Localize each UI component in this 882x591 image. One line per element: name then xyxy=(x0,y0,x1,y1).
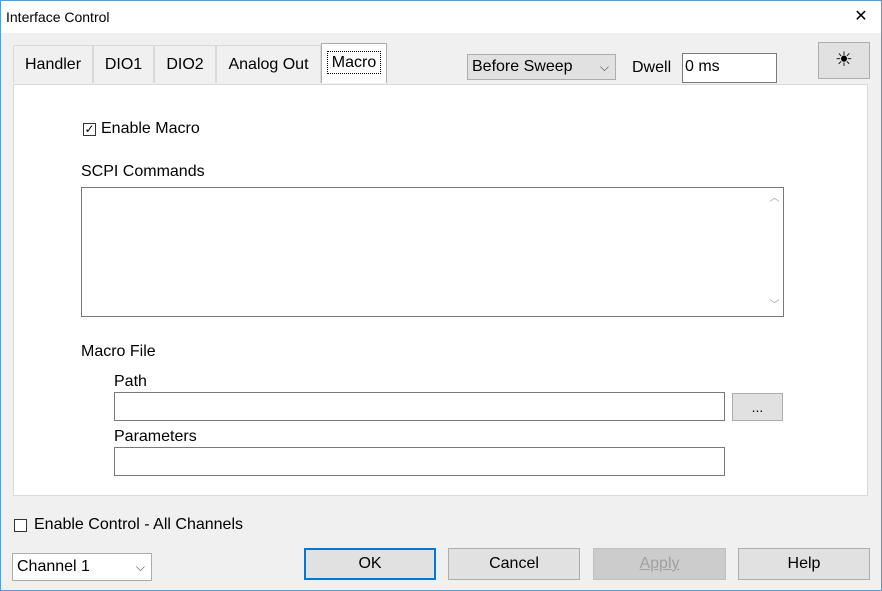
check-icon: ✓ xyxy=(84,122,95,136)
dwell-input[interactable]: 0 ms xyxy=(682,53,777,83)
close-icon[interactable]: ✕ xyxy=(849,5,873,29)
apply-button-label: Apply xyxy=(639,555,680,572)
parameters-input[interactable] xyxy=(114,447,725,476)
macro-panel: ✓ Enable Macro SCPI Commands ︿ ﹀ Macro F… xyxy=(13,84,868,496)
interface-control-dialog: Interface Control ✕ Handler DIO1 DIO2 An… xyxy=(0,0,882,591)
path-label: Path xyxy=(114,373,147,390)
browse-button[interactable]: ... xyxy=(732,393,783,421)
channel-select[interactable]: Channel 1 ⌵ xyxy=(12,553,152,581)
scroll-up-icon[interactable]: ︿ xyxy=(766,190,783,207)
tab-macro[interactable]: Macro xyxy=(321,43,387,83)
timing-select[interactable]: Before Sweep ⌵ xyxy=(467,54,616,80)
tab-label: DIO2 xyxy=(166,56,204,73)
tab-label: Handler xyxy=(24,56,82,73)
scpi-commands-label: SCPI Commands xyxy=(81,163,205,180)
channel-select-value: Channel 1 xyxy=(17,558,90,575)
apply-button[interactable]: Apply xyxy=(593,548,726,580)
brightness-button[interactable]: ☀ xyxy=(818,42,870,79)
parameters-label: Parameters xyxy=(114,428,197,445)
enable-all-channels-checkbox[interactable] xyxy=(14,519,27,532)
tab-handler[interactable]: Handler xyxy=(13,45,93,83)
scpi-commands-textarea[interactable]: ︿ ﹀ xyxy=(81,187,784,317)
scroll-down-icon[interactable]: ﹀ xyxy=(766,297,783,314)
path-input[interactable] xyxy=(114,392,725,421)
tab-analog-out[interactable]: Analog Out xyxy=(216,45,321,83)
timing-select-value: Before Sweep xyxy=(472,58,573,75)
ok-button[interactable]: OK xyxy=(304,548,436,580)
cancel-button[interactable]: Cancel xyxy=(448,548,580,580)
title-bar: Interface Control ✕ xyxy=(1,1,881,33)
tab-dio1[interactable]: DIO1 xyxy=(93,45,154,83)
chevron-down-icon: ⌵ xyxy=(599,60,609,74)
enable-macro-checkbox[interactable]: ✓ xyxy=(83,123,96,136)
enable-macro-label: Enable Macro xyxy=(101,120,200,137)
tab-label: Macro xyxy=(326,51,382,74)
tab-label: Analog Out xyxy=(228,56,309,73)
sun-icon: ☀ xyxy=(835,49,853,71)
tab-dio2[interactable]: DIO2 xyxy=(154,45,216,83)
chevron-down-icon: ⌵ xyxy=(135,560,145,574)
scpi-scrollbar[interactable]: ︿ ﹀ xyxy=(766,188,783,316)
dwell-label: Dwell xyxy=(632,59,672,76)
tab-label: DIO1 xyxy=(104,56,143,73)
macro-file-label: Macro File xyxy=(81,343,156,360)
enable-all-channels-label: Enable Control - All Channels xyxy=(34,516,244,533)
help-button[interactable]: Help xyxy=(738,548,870,580)
window-title: Interface Control xyxy=(6,9,110,25)
